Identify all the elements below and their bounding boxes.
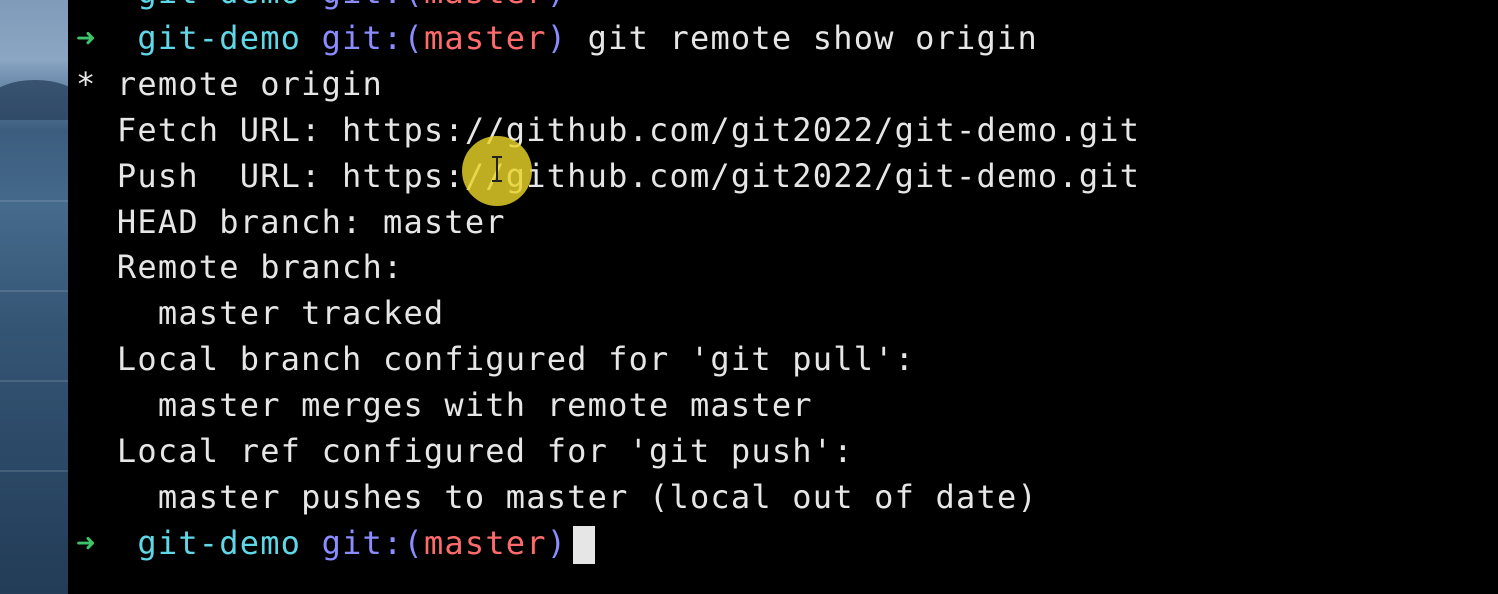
desktop-background (0, 0, 68, 594)
output-line: Local ref configured for 'git push': (76, 432, 854, 470)
output-line: master tracked (76, 294, 445, 332)
prompt-branch: master (423, 524, 547, 562)
prompt-git-close: ) (546, 524, 568, 562)
output-line: master merges with remote master (76, 386, 813, 424)
output-line: HEAD branch: master (76, 203, 506, 241)
desktop-wave (0, 470, 68, 472)
prompt-git-close: ) (547, 0, 567, 11)
prompt-arrow-icon: ➜ (76, 524, 97, 562)
previous-prompt-line: git-demo git:(master) (76, 0, 567, 15)
output-line: master pushes to master (local out of da… (76, 478, 1038, 516)
desktop-hill (0, 80, 68, 120)
prompt-directory: git-demo (137, 524, 302, 562)
command-text: git remote show origin (587, 19, 1038, 57)
terminal-window[interactable]: git-demo git:(master) ➜ git-demo git:(ma… (68, 0, 1498, 594)
command-line: ➜ git-demo git:(master) git remote show … (76, 15, 1038, 61)
desktop-wave (0, 200, 68, 202)
prompt-branch: master (424, 0, 547, 11)
output-line: * remote origin (76, 65, 383, 103)
ibeam-cursor-icon (491, 156, 503, 182)
output-line: Fetch URL: https://github.com/git2022/gi… (76, 111, 1141, 149)
prompt-branch: master (423, 19, 547, 57)
desktop-wave (0, 380, 68, 382)
prompt-git-label: git:( (322, 0, 424, 11)
current-prompt-line[interactable]: ➜ git-demo git:(master) (76, 520, 596, 566)
desktop-wave (0, 290, 68, 292)
text-cursor (573, 526, 596, 564)
prompt-directory: git-demo (137, 0, 301, 11)
prompt-git-close: ) (546, 19, 568, 57)
output-line: Remote branch: (76, 248, 404, 286)
output-line: Local branch configured for 'git pull': (76, 340, 916, 378)
prompt-arrow-icon: ➜ (76, 19, 97, 57)
prompt-directory: git-demo (137, 19, 302, 57)
output-line: Push URL: https://github.com/git2022/git… (76, 157, 1141, 195)
prompt-git-label: git:( (321, 524, 424, 562)
prompt-git-label: git:( (321, 19, 424, 57)
